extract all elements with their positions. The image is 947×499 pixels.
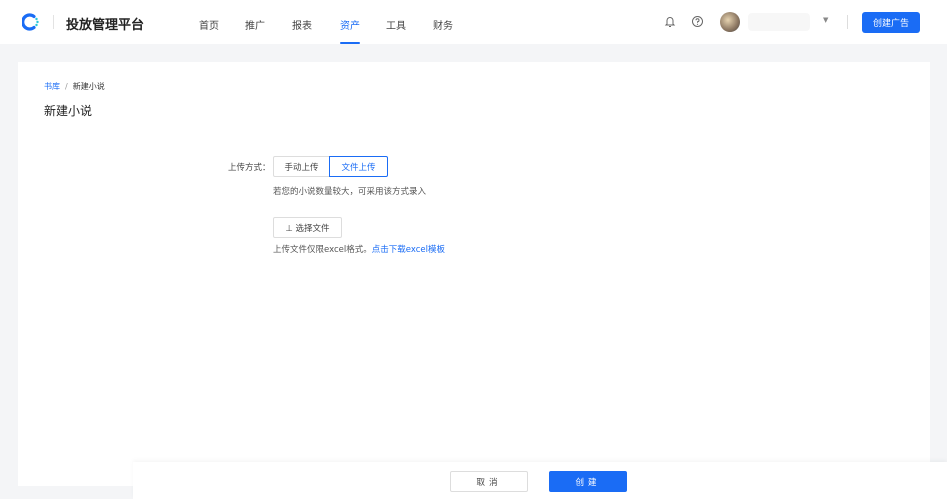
nav-assets[interactable]: 资产 (340, 17, 360, 44)
nav-home[interactable]: 首页 (199, 17, 219, 32)
upload-icon: ⊥ (285, 223, 293, 234)
upload-hint: 若您的小说数量较大，可采用该方式录入 (273, 187, 427, 197)
help-icon[interactable] (691, 15, 704, 28)
content-card (18, 62, 930, 486)
upload-method-label: 上传方式： (228, 163, 271, 173)
footer-bar: 取消 创建 (133, 462, 947, 499)
radio-manual-upload[interactable]: 手动上传 (273, 156, 330, 177)
format-note-text: 上传文件仅限excel格式。 (273, 245, 372, 255)
format-note: 上传文件仅限excel格式。点击下载excel模板 (273, 243, 445, 255)
nav-tools[interactable]: 工具 (386, 17, 406, 32)
breadcrumb-separator: / (65, 82, 68, 91)
top-header: 投放管理平台 首页 推广 报表 资产 工具 财务 ▼ 创建广告 (0, 0, 947, 44)
bell-icon[interactable] (664, 15, 676, 28)
divider (847, 15, 848, 29)
select-file-label: 选择文件 (295, 223, 330, 234)
chevron-down-icon[interactable]: ▼ (823, 16, 828, 24)
app-title: 投放管理平台 (66, 18, 145, 33)
nav-reports[interactable]: 报表 (292, 17, 312, 32)
nav-finance[interactable]: 财务 (433, 17, 453, 32)
create-button[interactable]: 创建 (549, 471, 627, 492)
divider (53, 15, 54, 29)
nav-promotion[interactable]: 推广 (245, 17, 265, 32)
breadcrumb: 书库 / 新建小说 (44, 81, 105, 92)
download-template-link[interactable]: 点击下载excel模板 (372, 245, 445, 255)
radio-file-upload[interactable]: 文件上传 (329, 156, 388, 177)
username-redacted (748, 13, 810, 31)
select-file-button[interactable]: ⊥ 选择文件 (273, 217, 342, 238)
create-ad-button[interactable]: 创建广告 (862, 12, 920, 33)
avatar[interactable] (720, 12, 740, 32)
page-title: 新建小说 (44, 104, 93, 118)
breadcrumb-current: 新建小说 (72, 82, 105, 91)
logo-icon (22, 13, 39, 31)
breadcrumb-library[interactable]: 书库 (44, 82, 60, 91)
cancel-button[interactable]: 取消 (450, 471, 528, 492)
